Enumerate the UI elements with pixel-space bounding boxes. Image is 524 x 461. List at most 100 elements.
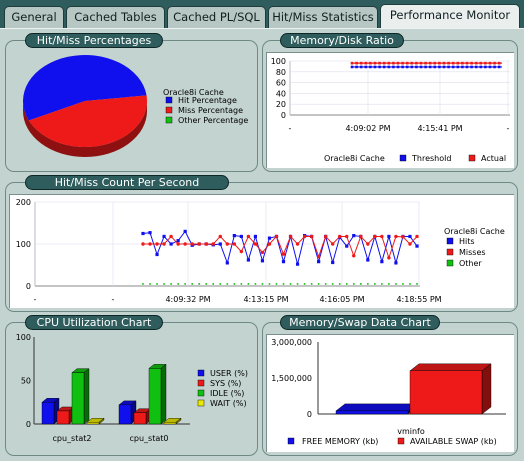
hm-point-misses xyxy=(387,256,391,260)
hm-point-other xyxy=(345,283,348,285)
hm-point-misses xyxy=(246,234,251,239)
hm-point-hits xyxy=(408,234,412,239)
mdr-point-threshold xyxy=(424,65,427,69)
mdr-point-threshold xyxy=(415,65,418,69)
mdr-point-threshold xyxy=(447,65,450,69)
hm-point-misses xyxy=(394,234,398,239)
mdr-point-threshold xyxy=(451,65,455,69)
mswap-bar-side xyxy=(481,363,492,415)
cpu-bar-side xyxy=(83,368,90,425)
hm-point-misses xyxy=(359,234,363,239)
mdr-point-actual xyxy=(401,61,404,65)
mdr-point-actual xyxy=(405,61,409,65)
mdr-point-threshold xyxy=(488,65,492,69)
hm-point-misses xyxy=(330,242,335,246)
hm-point-misses xyxy=(338,234,342,239)
hm-point-hits xyxy=(331,260,335,265)
hm-point-misses xyxy=(295,242,300,246)
hm-point-misses xyxy=(415,234,419,239)
mdr-point-actual xyxy=(350,61,354,65)
mdr-x-tick-3: - xyxy=(507,124,510,133)
hm-point-other xyxy=(205,283,208,285)
hm-point-misses xyxy=(309,234,314,239)
pie-legend-swatch-1 xyxy=(165,106,173,114)
mdr-x-tick-0: - xyxy=(289,124,292,133)
hm-point-misses xyxy=(169,234,173,239)
hm-point-other xyxy=(289,283,292,285)
cpu-legend-label-2: IDLE (%) xyxy=(210,389,244,398)
mswap-legend-label-0: FREE MEMORY (kb) xyxy=(302,437,378,446)
pie-legend-label-0: Hit Percentage xyxy=(178,96,237,105)
hm-point-other xyxy=(198,283,201,285)
cpu-bar-cpu_stat0-idle xyxy=(148,368,162,425)
mdr-point-threshold xyxy=(456,65,460,69)
mdr-legend-label-threshold: Threshold xyxy=(411,154,451,163)
hm-point-hits xyxy=(239,234,243,239)
hm-point-other xyxy=(282,283,285,285)
hm-point-other xyxy=(247,283,250,285)
mswap-legend-swatch-0 xyxy=(287,437,295,445)
hm-point-other xyxy=(233,283,236,285)
hm-point-other xyxy=(191,283,193,285)
mdr-point-actual xyxy=(447,61,450,65)
mdr-point-actual xyxy=(369,61,372,65)
mdr-legend-swatch-threshold xyxy=(399,154,407,162)
hm-point-other xyxy=(268,283,271,285)
hm-point-other xyxy=(177,283,179,285)
mdr-point-threshold xyxy=(419,65,423,69)
hm-point-misses xyxy=(218,234,222,239)
hm-point-other xyxy=(142,283,144,285)
hm-point-other xyxy=(416,283,418,285)
hm-point-other xyxy=(374,283,376,285)
hm-point-hits xyxy=(176,239,180,243)
hm-point-misses xyxy=(316,254,321,259)
hm-point-other xyxy=(359,283,362,285)
mdr-point-actual xyxy=(424,61,427,65)
hm-x-tick-4: 4:16:05 PM xyxy=(319,295,364,304)
hm-y-tick-0: 0 xyxy=(26,282,31,291)
hm-point-hits xyxy=(352,234,356,238)
mdr-point-threshold xyxy=(442,65,446,69)
mdr-point-threshold xyxy=(479,65,483,69)
hm-point-hits xyxy=(387,234,391,239)
mdr-point-actual xyxy=(479,61,483,65)
hm-point-misses xyxy=(274,234,279,239)
mdr-point-actual xyxy=(461,61,464,65)
hm-point-hits xyxy=(155,252,159,257)
mswap-y-tick-0: 3,000,000 xyxy=(271,338,312,347)
hm-legend-label-1: Misses xyxy=(459,248,486,257)
mdr-point-threshold xyxy=(359,65,363,69)
mdr-point-threshold xyxy=(392,65,395,69)
cpu-category-label-1: cpu_stat0 xyxy=(130,434,169,443)
mdr-point-actual xyxy=(387,61,391,65)
mdr-y-tick-40: 40 xyxy=(276,89,286,98)
mdr-point-actual xyxy=(382,61,386,65)
mdr-point-actual xyxy=(392,61,395,65)
hm-y-tick-100: 100 xyxy=(16,240,31,249)
hm-point-misses xyxy=(183,242,187,246)
hm-point-other xyxy=(388,283,390,285)
hm-point-other xyxy=(317,283,320,285)
mdr-legend-label-actual: Actual xyxy=(481,154,506,163)
hm-point-misses xyxy=(352,254,356,258)
hm-point-hits xyxy=(394,261,398,265)
mdr-point-actual xyxy=(355,61,358,65)
hm-point-misses xyxy=(380,234,384,239)
hm-point-hits xyxy=(232,234,236,238)
hm-point-other xyxy=(226,283,229,285)
pie-legend-label-1: Miss Percentage xyxy=(178,106,243,115)
mdr-point-actual xyxy=(378,61,381,65)
hm-point-other xyxy=(163,283,165,285)
hm-point-other xyxy=(184,283,186,285)
hm-legend-label-0: Hits xyxy=(459,237,475,246)
mdr-point-threshold xyxy=(387,65,391,69)
mswap-bar-top xyxy=(335,403,418,412)
pie-legend-swatch-0 xyxy=(165,96,173,104)
hm-point-hits xyxy=(380,260,384,264)
hm-point-other xyxy=(219,283,222,285)
hm-legend-title: Oracle8i Cache xyxy=(444,227,505,236)
hm-point-other xyxy=(212,283,215,285)
mdr-point-threshold xyxy=(465,65,469,69)
hm-x-tick-2: 4:09:32 PM xyxy=(165,295,210,304)
hm-point-other xyxy=(275,283,278,285)
